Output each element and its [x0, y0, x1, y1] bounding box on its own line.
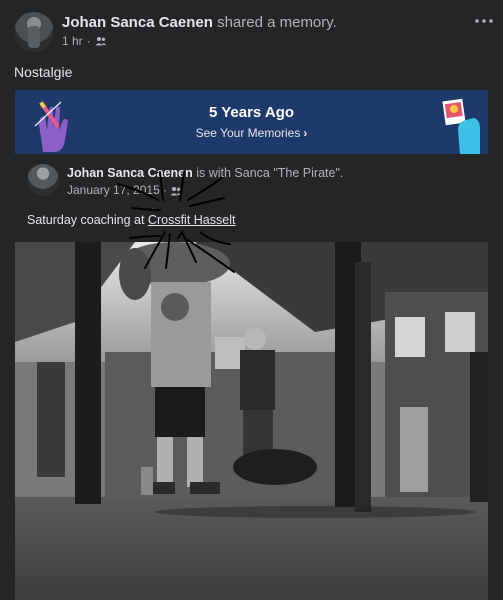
post-card: Johan Sanca Caenen shared a memory. 1 hr…: [0, 0, 503, 600]
shared-text-prefix: Saturday coaching at: [27, 213, 148, 227]
shared-date-text[interactable]: January 17, 2015: [67, 183, 160, 197]
post-meta: 1 hr ·: [62, 34, 107, 48]
post-timestamp[interactable]: 1 hr: [62, 34, 83, 48]
post-header: Johan Sanca Caenen shared a memory. 1 hr…: [14, 12, 494, 54]
shared-post: Johan Sanca Caenen is with Sanca "The Pi…: [15, 154, 488, 600]
shared-post-text: Saturday coaching at Crossfit Hasselt: [27, 213, 235, 227]
memories-title: 5 Years Ago: [208, 104, 295, 121]
memories-banner[interactable]: 5 Years Ago See Your Memories ›: [15, 90, 488, 154]
photo-hand-icon: [442, 98, 480, 154]
friends-icon: [170, 186, 182, 196]
shared-author-avatar[interactable]: [27, 164, 59, 196]
post-action-text: shared a memory.: [217, 14, 337, 31]
friends-icon[interactable]: [95, 36, 107, 46]
gym-photo[interactable]: [15, 242, 488, 600]
shared-author-name[interactable]: Johan Sanca Caenen: [67, 166, 193, 180]
shared-author-line: Johan Sanca Caenen is with Sanca "The Pi…: [67, 166, 343, 180]
chevron-right-icon: ›: [303, 126, 308, 140]
post-caption: Nostalgie: [14, 64, 73, 80]
author-avatar[interactable]: [14, 12, 54, 52]
shared-meta-separator: ·: [163, 183, 168, 197]
author-line: Johan Sanca Caenen shared a memory.: [62, 14, 337, 31]
author-name[interactable]: Johan Sanca Caenen: [62, 14, 213, 31]
location-link[interactable]: Crossfit Hasselt: [148, 213, 236, 227]
shared-post-date: January 17, 2015 ·: [67, 183, 182, 197]
meta-separator: ·: [86, 34, 91, 48]
tagged-with-text: is with Sanca "The Pirate".: [196, 166, 344, 180]
more-options-icon[interactable]: [474, 16, 494, 26]
shared-post-header: Johan Sanca Caenen is with Sanca "The Pi…: [27, 164, 477, 200]
see-memories-link[interactable]: See Your Memories ›: [15, 126, 488, 140]
see-memories-label: See Your Memories: [195, 126, 301, 140]
